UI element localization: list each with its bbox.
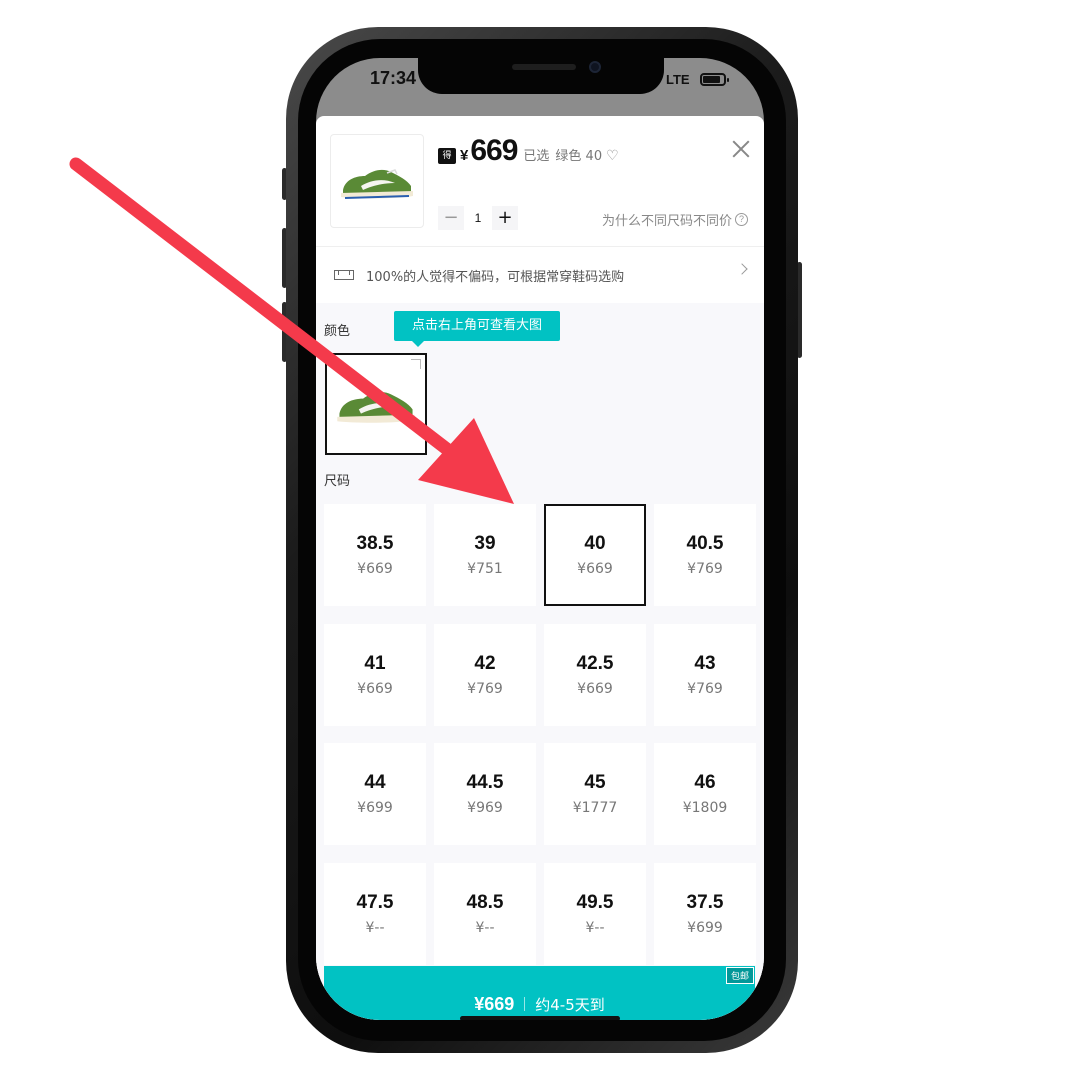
size-value: 46	[694, 772, 716, 793]
color-section-label: 颜色	[324, 324, 351, 339]
size-option-37-5[interactable]: 37.5 ¥699	[654, 862, 756, 965]
buy-button-price: ¥669	[474, 993, 515, 1014]
size-fit-hint-row[interactable]: 100%的人觉得不偏码，可根据常穿鞋码选购	[316, 247, 764, 303]
speaker-grille	[512, 64, 576, 70]
size-value: 49.5	[576, 891, 614, 913]
size-value: 48.5	[466, 891, 504, 913]
size-grid: 38.5 ¥669 39 ¥751 40 ¥669 40.5 ¥769 41 ¥669 42 ¥769…	[324, 504, 756, 974]
heart-icon[interactable]: ♡	[606, 148, 619, 164]
notch	[418, 58, 664, 94]
size-value: 40	[584, 533, 606, 554]
question-icon: ?	[735, 213, 748, 226]
size-price: ¥--	[475, 919, 495, 936]
size-value: 44	[364, 772, 386, 793]
expand-icon[interactable]	[411, 359, 421, 369]
size-value: 40.5	[686, 533, 724, 554]
quantity-stepper: − 1 +	[438, 206, 518, 230]
size-value: 39	[474, 533, 496, 554]
size-option-47-5[interactable]: 47.5 ¥--	[324, 862, 426, 965]
size-price: ¥--	[585, 919, 605, 936]
size-option-42-5[interactable]: 42.5 ¥669	[544, 623, 646, 726]
size-value: 44.5	[466, 772, 504, 793]
size-value: 47.5	[356, 891, 394, 913]
size-option-44[interactable]: 44 ¥699	[324, 743, 426, 845]
battery-icon	[700, 73, 729, 86]
buy-button-separator	[524, 997, 526, 1011]
size-value: 42.5	[576, 652, 614, 674]
size-price: ¥969	[467, 800, 503, 816]
free-shipping-badge: 包邮	[725, 967, 754, 984]
size-price: ¥769	[467, 680, 503, 697]
size-price: ¥669	[577, 561, 613, 577]
view-large-image-tooltip: 点击右上角可查看大图	[394, 311, 560, 347]
product-thumbnail[interactable]	[330, 134, 424, 228]
ruler-icon	[334, 270, 354, 280]
size-value: 41	[364, 652, 386, 674]
size-value: 43	[694, 652, 716, 674]
size-value: 42	[474, 652, 496, 674]
size-price: ¥751	[467, 561, 503, 577]
size-price: ¥769	[687, 561, 723, 577]
sku-selector-sheet: 得 ¥ 669 已选 绿色 40 ♡ − 1 + 为什么不同尺码不同价 ? 10…	[316, 116, 764, 1020]
decrease-quantity-button[interactable]: −	[438, 206, 464, 230]
selected-value: 绿色 40	[555, 149, 603, 164]
size-price: ¥1809	[682, 800, 728, 816]
size-fit-hint-text: 100%的人觉得不偏码，可根据常穿鞋码选购	[366, 269, 625, 285]
size-option-48-5[interactable]: 48.5 ¥--	[434, 862, 536, 965]
chevron-right-icon	[736, 263, 748, 275]
size-option-41[interactable]: 41 ¥669	[324, 623, 426, 726]
front-camera	[589, 61, 601, 73]
size-value: 37.5	[686, 891, 724, 913]
size-option-43[interactable]: 43 ¥769	[654, 623, 756, 726]
size-option-39[interactable]: 39 ¥751	[434, 504, 536, 606]
size-option-46[interactable]: 46 ¥1809	[654, 743, 756, 845]
size-value: 38.5	[356, 533, 394, 554]
size-option-40-5[interactable]: 40.5 ¥769	[654, 504, 756, 606]
size-value: 45	[584, 772, 606, 793]
size-option-45[interactable]: 45 ¥1777	[544, 743, 646, 845]
size-price: ¥669	[577, 680, 613, 697]
shoe-image	[341, 169, 413, 199]
shoe-swatch-image	[337, 392, 415, 423]
close-icon[interactable]	[730, 138, 752, 160]
size-price: ¥769	[687, 680, 723, 697]
size-option-44-5[interactable]: 44.5 ¥969	[434, 743, 536, 845]
brand-badge-icon: 得	[438, 148, 456, 164]
size-price-help-link[interactable]: 为什么不同尺码不同价 ?	[602, 210, 748, 229]
size-option-38-5[interactable]: 38.5 ¥669	[324, 504, 426, 606]
size-price: ¥1777	[572, 800, 618, 816]
price-row: 得 ¥ 669 已选 绿色 40 ♡	[438, 134, 619, 170]
home-indicator	[460, 1016, 620, 1020]
phone-screen: 17:34 LTE 得 ¥ 669 已选 绿色 40 ♡ − 1 + 为什么不同…	[316, 58, 764, 1020]
product-price: 669	[470, 134, 518, 167]
quantity-value: 1	[464, 206, 492, 230]
size-price: ¥699	[687, 919, 723, 936]
size-price: ¥699	[357, 800, 393, 816]
currency-symbol: ¥	[460, 147, 469, 164]
screenshot-canvas: 17:34 LTE 得 ¥ 669 已选 绿色 40 ♡ − 1 + 为什么不同…	[0, 0, 1080, 1080]
increase-quantity-button[interactable]: +	[492, 206, 518, 230]
size-option-40[interactable]: 40 ¥669	[544, 504, 646, 606]
network-type: LTE	[666, 72, 690, 87]
size-section-label: 尺码	[324, 474, 351, 489]
size-price: ¥669	[357, 680, 393, 697]
size-option-49-5[interactable]: 49.5 ¥--	[544, 862, 646, 965]
selected-label: 已选	[523, 149, 550, 164]
size-price: ¥669	[357, 561, 393, 577]
size-price: ¥--	[365, 919, 385, 936]
size-price-help-text: 为什么不同尺码不同价	[601, 214, 732, 229]
color-option-green[interactable]	[325, 353, 427, 455]
buy-button[interactable]: ¥669 约4-5天到 包邮	[324, 966, 755, 1020]
size-option-42[interactable]: 42 ¥769	[434, 623, 536, 726]
status-time: 17:34	[370, 68, 417, 88]
buy-button-eta: 约4-5天到	[535, 995, 605, 1014]
